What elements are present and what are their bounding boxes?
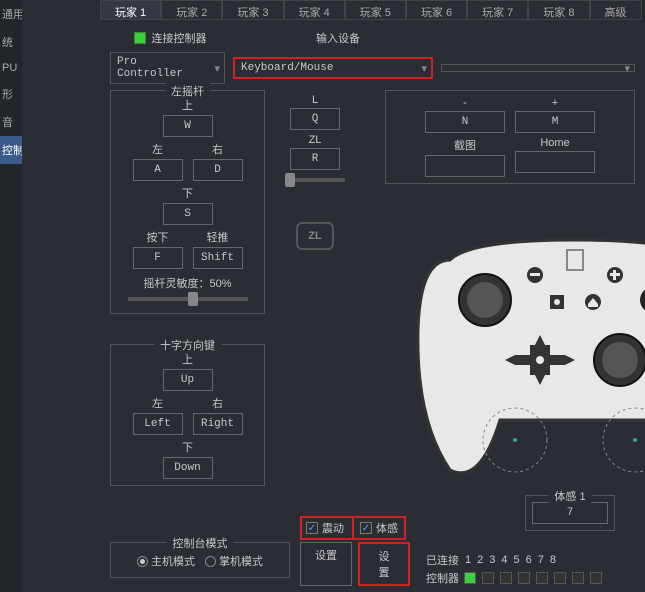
led-7 xyxy=(572,572,584,584)
zl-key[interactable]: R xyxy=(290,148,340,170)
sidebar-item-audio[interactable]: 音 xyxy=(0,108,22,136)
dpad-up-label: 上 xyxy=(182,351,193,367)
led-1 xyxy=(464,572,476,584)
led-3 xyxy=(500,572,512,584)
led-8 xyxy=(590,572,602,584)
player-tabs: 玩家 1 玩家 2 玩家 3 玩家 4 玩家 5 玩家 6 玩家 7 玩家 8 … xyxy=(100,0,645,20)
tab-advanced[interactable]: 高级 xyxy=(590,0,642,20)
left-stick-group: 左摇杆 上 W 左A 右D 下 S 按下F 轻推Shift 摇杆灵敏度：50% xyxy=(110,90,265,314)
controller-leds-label: 控制器 xyxy=(426,570,459,586)
lstick-mod-key[interactable]: Shift xyxy=(193,247,243,269)
dpad-left-label: 左 xyxy=(152,395,163,411)
home-key[interactable] xyxy=(515,151,595,173)
tab-player-3[interactable]: 玩家 3 xyxy=(222,0,283,20)
zl-display: ZL xyxy=(296,222,333,250)
connected-label: 已连接 xyxy=(426,552,459,568)
lstick-right-key[interactable]: D xyxy=(193,159,243,181)
home-label: Home xyxy=(540,137,569,149)
lstick-left-label: 左 xyxy=(152,141,163,157)
lstick-down-label: 下 xyxy=(182,185,193,201)
capture-label: 截图 xyxy=(454,137,476,153)
rumble-checkbox-group[interactable]: ✓震动 xyxy=(300,516,354,540)
led-6 xyxy=(554,572,566,584)
settings-sidebar: 通用 统 PU 形 音 控制 xyxy=(0,0,22,592)
l-label: L xyxy=(312,94,318,106)
sidebar-item-cpu[interactable]: PU xyxy=(0,56,22,80)
lstick-left-key[interactable]: A xyxy=(133,159,183,181)
l-key[interactable]: Q xyxy=(290,108,340,130)
motion-checkbox-group[interactable]: ✓体感 xyxy=(352,516,406,540)
lstick-mod-label: 轻推 xyxy=(207,229,229,245)
console-mode-group: 控制台模式 主机模式 掌机模式 xyxy=(110,542,290,578)
minus-label: - xyxy=(463,97,467,109)
plus-label: + xyxy=(552,97,558,109)
sidebar-item-graphics[interactable]: 形 xyxy=(0,80,22,108)
zl-label: ZL xyxy=(309,134,322,146)
dpad-up-key[interactable]: Up xyxy=(163,369,213,391)
minus-plus-group: - N + M 截图 Home xyxy=(385,90,635,184)
dpad-right-label: 右 xyxy=(212,395,223,411)
tab-player-6[interactable]: 玩家 6 xyxy=(406,0,467,20)
lstick-right-label: 右 xyxy=(212,141,223,157)
handheld-radio[interactable]: 掌机模式 xyxy=(205,553,263,569)
dpad-down-label: 下 xyxy=(182,439,193,455)
plus-key[interactable]: M xyxy=(515,111,595,133)
input-device-dropdown[interactable]: Keyboard/Mouse xyxy=(233,57,433,79)
motion-title: 体感 1 xyxy=(548,488,591,504)
minus-key[interactable]: N xyxy=(425,111,505,133)
controller-type-dropdown[interactable]: Pro Controller xyxy=(110,52,225,84)
tab-player-2[interactable]: 玩家 2 xyxy=(161,0,222,20)
motion-settings-button[interactable]: 设置 xyxy=(358,542,410,586)
dpad-group: 十字方向键 上Up 左Left 右Right 下Down xyxy=(110,344,265,486)
lstick-up-key[interactable]: W xyxy=(163,115,213,137)
lstick-up-label: 上 xyxy=(182,97,193,113)
connect-controller-checkbox[interactable] xyxy=(134,32,146,44)
slot-numbers: 12345678 xyxy=(465,554,556,566)
docked-radio[interactable]: 主机模式 xyxy=(137,553,195,569)
dpad-right-key[interactable]: Right xyxy=(193,413,243,435)
dpad-title: 十字方向键 xyxy=(154,337,221,353)
trigger-threshold-slider[interactable] xyxy=(285,178,345,182)
console-mode-title: 控制台模式 xyxy=(167,535,234,551)
tab-player-1[interactable]: 玩家 1 xyxy=(100,0,161,20)
controller-diagram: X Y A B xyxy=(410,220,645,490)
sidebar-item-general[interactable]: 通用 xyxy=(0,0,22,28)
tab-player-7[interactable]: 玩家 7 xyxy=(467,0,528,20)
stick-sensitivity-label: 摇杆灵敏度：50% xyxy=(117,275,258,291)
profile-dropdown[interactable] xyxy=(441,64,635,72)
sidebar-item-system[interactable]: 统 xyxy=(0,28,22,56)
dpad-left-key[interactable]: Left xyxy=(133,413,183,435)
dpad-down-key[interactable]: Down xyxy=(163,457,213,479)
rumble-settings-button[interactable]: 设置 xyxy=(300,542,352,586)
stick-sensitivity-slider[interactable] xyxy=(128,297,248,301)
left-stick-title: 左摇杆 xyxy=(165,83,210,99)
tab-player-4[interactable]: 玩家 4 xyxy=(284,0,345,20)
lstick-down-key[interactable]: S xyxy=(163,203,213,225)
capture-key[interactable] xyxy=(425,155,505,177)
led-4 xyxy=(518,572,530,584)
connect-controller-label: 连接控制器 xyxy=(152,30,207,46)
tab-player-8[interactable]: 玩家 8 xyxy=(528,0,589,20)
lstick-press-label: 按下 xyxy=(147,229,169,245)
led-5 xyxy=(536,572,548,584)
input-device-label: 输入设备 xyxy=(238,30,438,46)
lstick-press-key[interactable]: F xyxy=(133,247,183,269)
sidebar-item-controls[interactable]: 控制 xyxy=(0,136,22,164)
tab-player-5[interactable]: 玩家 5 xyxy=(345,0,406,20)
led-2 xyxy=(482,572,494,584)
